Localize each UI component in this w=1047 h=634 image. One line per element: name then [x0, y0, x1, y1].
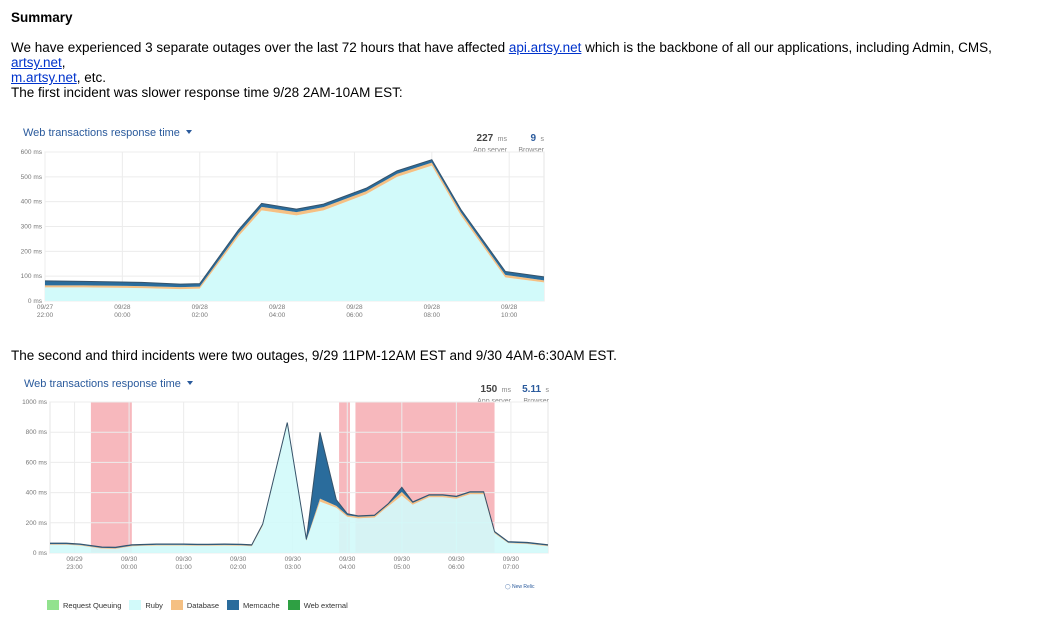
legend-swatch	[170, 600, 183, 610]
legend-item: Web external	[287, 600, 348, 610]
legend-label: Ruby	[145, 601, 163, 610]
x-tick-label: 09/30	[175, 556, 192, 563]
outage-band	[90, 402, 132, 553]
legend-swatch	[287, 600, 300, 610]
x-tick-label: 02:00	[230, 564, 247, 571]
y-tick-label: 800 ms	[26, 429, 48, 436]
x-tick-label: 03:00	[285, 564, 302, 571]
legend-label: Database	[186, 601, 219, 610]
legend-item: Request Queuing	[47, 600, 121, 610]
legend-swatch	[129, 600, 142, 610]
legend-swatch	[227, 600, 239, 610]
x-tick-label: 07:00	[503, 564, 520, 571]
legend-item: Memcache	[227, 600, 280, 610]
legend-item: Ruby	[129, 600, 163, 610]
x-tick-label: 09/29	[66, 556, 83, 563]
y-tick-label: 400 ms	[26, 490, 48, 497]
new-relic-label: New Relic	[512, 584, 535, 590]
chart-legend: Request Queuing Ruby Database Memcache Web e…	[47, 600, 356, 610]
legend-swatch	[47, 600, 59, 610]
x-tick-label: 05:00	[394, 564, 411, 571]
legend-label: Web external	[303, 601, 348, 610]
y-tick-label: 200 ms	[26, 520, 48, 527]
x-tick-label: 09/30	[230, 556, 247, 563]
x-tick-label: 09/30	[394, 556, 411, 563]
x-tick-label: 09/30	[121, 556, 138, 563]
x-tick-label: 01:00	[175, 564, 192, 571]
new-relic-watermark: ◯ New Relic	[505, 584, 535, 590]
new-relic-icon: ◯	[505, 584, 511, 590]
x-tick-label: 23:00	[66, 564, 83, 571]
x-tick-label: 09/30	[339, 556, 356, 563]
x-tick-label: 09/30	[448, 556, 465, 563]
x-tick-label: 04:00	[339, 564, 356, 571]
x-tick-label: 09/30	[285, 556, 302, 563]
x-tick-label: 09/30	[503, 556, 520, 563]
y-tick-label: 0 ms	[33, 550, 48, 557]
x-tick-label: 06:00	[448, 564, 465, 571]
x-tick-label: 00:00	[121, 564, 138, 571]
chart2-area-chart: 0 ms 200 ms 400 ms 600 ms 800 ms 1000 ms 09/29…	[22, 399, 549, 571]
y-tick-label: 600 ms	[26, 459, 48, 466]
legend-label: Request Queuing	[63, 601, 122, 610]
legend-item: Database	[170, 600, 219, 610]
y-tick-label: 1000 ms	[22, 399, 48, 406]
legend-label: Memcache	[243, 601, 280, 610]
